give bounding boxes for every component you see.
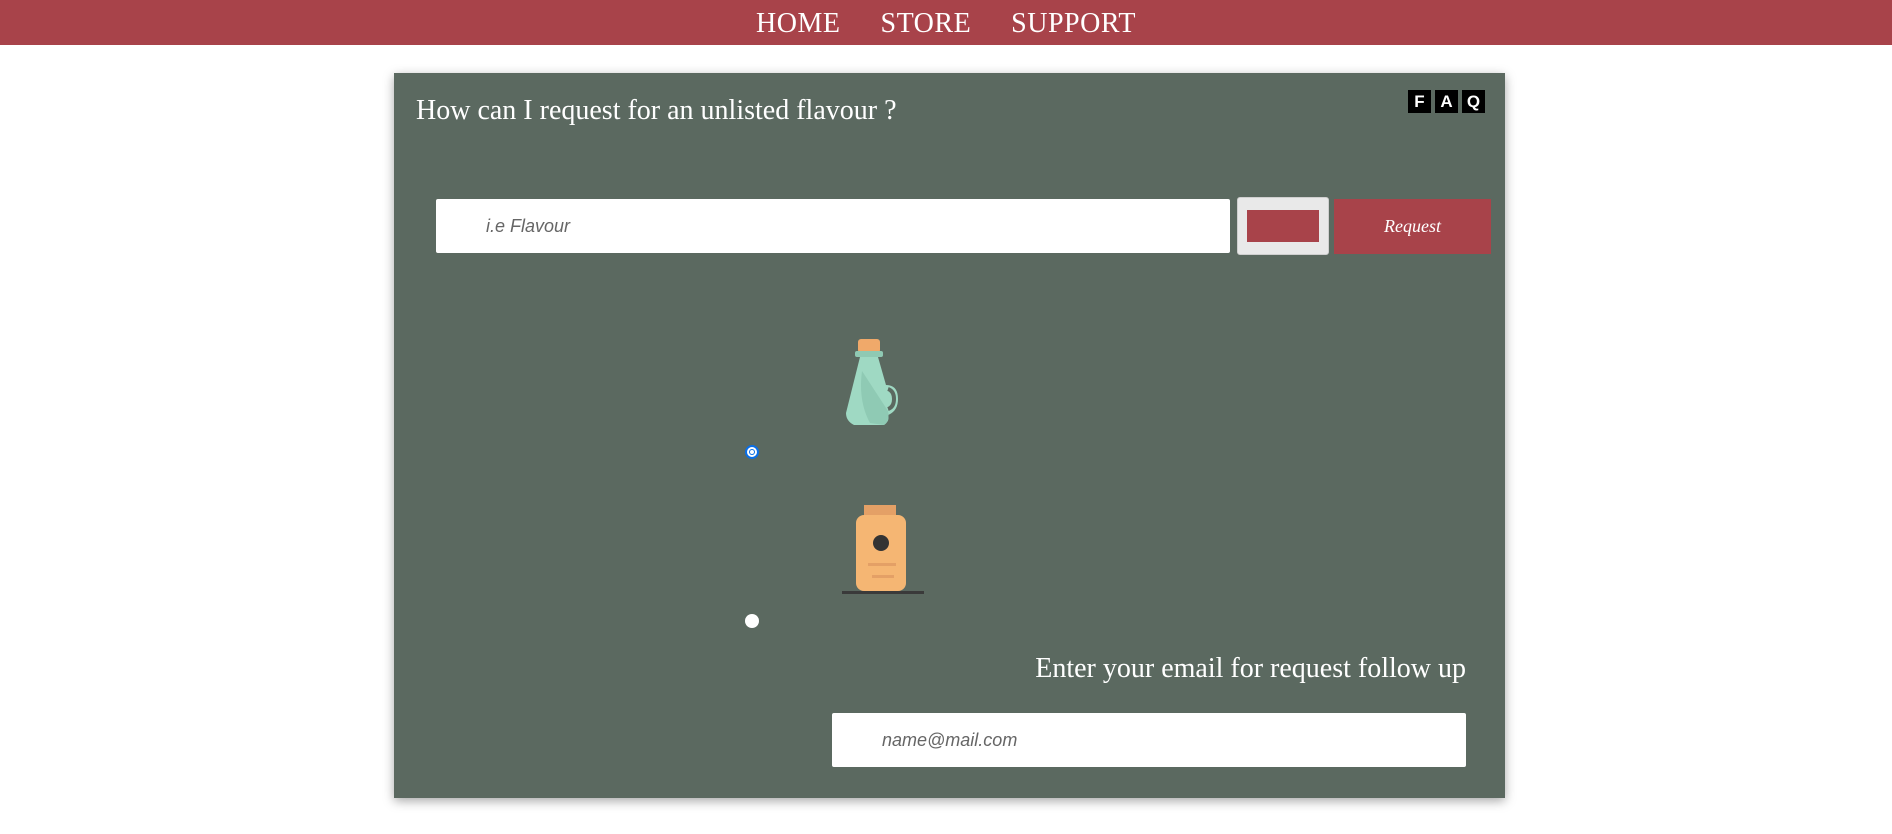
option-jug-radio[interactable] — [745, 445, 759, 459]
jug-bottle-icon — [846, 339, 898, 425]
flavour-input[interactable] — [436, 199, 1230, 253]
request-button[interactable]: Request — [1334, 199, 1491, 254]
option-jar-radio[interactable] — [745, 614, 759, 628]
faq-letter-a: A — [1435, 90, 1458, 113]
faq-request-panel: How can I request for an unlisted flavou… — [394, 73, 1505, 798]
nav-home-link[interactable]: HOME — [756, 6, 840, 40]
faq-letter-f: F — [1408, 90, 1431, 113]
email-input[interactable] — [832, 713, 1466, 767]
color-picker[interactable] — [1237, 197, 1329, 255]
color-swatch — [1247, 210, 1319, 242]
top-navigation: HOME STORE SUPPORT — [0, 0, 1892, 45]
faq-question: How can I request for an unlisted flavou… — [416, 95, 897, 126]
email-label: Enter your email for request follow up — [1035, 653, 1466, 684]
nav-support-link[interactable]: SUPPORT — [1011, 6, 1136, 40]
faq-letter-q: Q — [1462, 90, 1485, 113]
nav-store-link[interactable]: STORE — [881, 6, 972, 40]
faq-badge: F A Q — [1408, 90, 1485, 113]
jar-bottle-icon — [842, 505, 924, 594]
